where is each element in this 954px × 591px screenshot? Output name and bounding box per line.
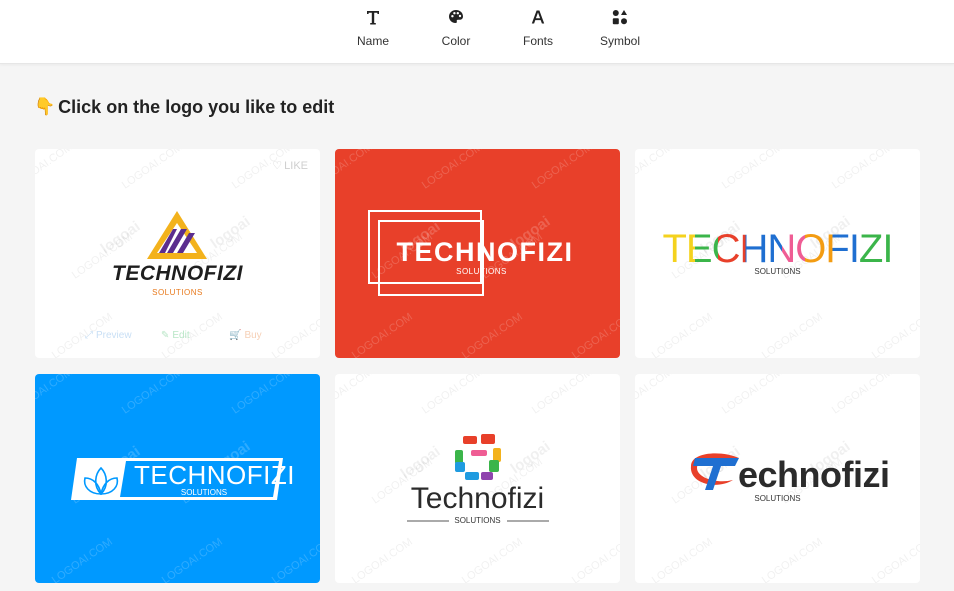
logo-brand-colored: TECHNOFIZI (662, 227, 894, 271)
buy-button[interactable]: 🛒 Buy (229, 330, 262, 341)
logo-card-4[interactable]: LOGOAI.COM LOGOAI.COM LOGOAI.COM LOGOAI.COM… (35, 374, 320, 583)
logo-triangle-mark (147, 211, 207, 259)
heart-icon: ♡ (272, 160, 283, 172)
edit-label: Edit (172, 330, 190, 341)
like-button[interactable]: ♡ LIKE (272, 159, 308, 173)
page-heading: 👇 Click on the logo you like to edit (34, 94, 334, 120)
card-actions: ⤢ Preview ✎ Edit 🛒 Buy (35, 330, 320, 346)
logo-brand-text: TECHNOFIZI (635, 227, 920, 272)
logo-brand-text: TECHNOFIZI (396, 237, 574, 267)
preview-button[interactable]: ⤢ Preview (85, 330, 132, 341)
tool-symbol[interactable]: Symbol (585, 8, 655, 56)
text-icon (338, 8, 408, 30)
logo-card-2[interactable]: LOGOAI.COM LOGOAI.COM LOGOAI.COM LOGOAI.COM… (335, 149, 620, 358)
editor-toolbar: Name Color Fonts Symbol (0, 0, 954, 64)
logo-puzzle-mark (407, 434, 549, 522)
watermark-text: LOGOAI.COM (635, 149, 675, 191)
logo-brand-text: TECHNOFIZI (134, 460, 295, 490)
font-icon (503, 8, 573, 30)
tool-color[interactable]: Color (421, 8, 491, 56)
shapes-icon (585, 8, 655, 30)
logo-card-6[interactable]: LOGOAI.COM LOGOAI.COM LOGOAI.COM LOGOAI.COM… (635, 374, 920, 583)
logo-brand-text: echnofizi (738, 454, 890, 495)
watermark-text: LOGOAI.COM (870, 311, 920, 358)
logo-card-3[interactable]: LOGOAI.COM LOGOAI.COM LOGOAI.COM LOGOAI.COM… (635, 149, 920, 358)
preview-label: Preview (96, 330, 132, 341)
pencil-icon: ✎ (161, 330, 170, 341)
logo-card-1[interactable]: LOGOAI.COM LOGOAI.COM LOGOAI.COM LOGOAI.COM… (35, 149, 320, 358)
tool-fonts-label: Fonts (522, 34, 553, 48)
logo-tagline: SOLUTIONS (152, 288, 203, 297)
tool-color-label: Color (441, 34, 471, 48)
logo-tagline: SOLUTIONS (456, 267, 507, 276)
expand-icon: ⤢ (85, 330, 93, 341)
logo-tagline: SOLUTIONS (754, 494, 801, 503)
cart-icon: 🛒 (229, 330, 242, 341)
tool-name[interactable]: Name (338, 8, 408, 56)
logo-tagline: SOLUTIONS (454, 516, 501, 525)
palette-icon (421, 8, 491, 30)
logo-tagline: SOLUTIONS (754, 267, 801, 276)
watermark-text: LOGOAI.COM (830, 149, 895, 191)
logo-brand-text: TECHNOFIZI (112, 262, 243, 285)
pointing-hand-icon: 👇 (34, 97, 56, 116)
tool-fonts[interactable]: Fonts (503, 8, 573, 56)
logo-brand-text: Technofizi (410, 482, 545, 515)
page-heading-text: Click on the logo you like to edit (58, 96, 335, 117)
edit-button[interactable]: ✎ Edit (161, 330, 190, 341)
tool-symbol-label: Symbol (599, 34, 640, 48)
like-label: LIKE (284, 159, 308, 172)
watermark-text: LOGOAI.COM (760, 311, 825, 358)
buy-label: Buy (244, 330, 262, 341)
watermark-text: LOGOAI.COM (720, 149, 785, 191)
logo-card-5[interactable]: LOGOAI.COM LOGOAI.COM LOGOAI.COM LOGOAI.COM… (335, 374, 620, 583)
watermark-text: LOGOAI.COM (650, 311, 715, 358)
logo-tagline: SOLUTIONS (180, 488, 228, 497)
tool-name-label: Name (356, 34, 389, 48)
